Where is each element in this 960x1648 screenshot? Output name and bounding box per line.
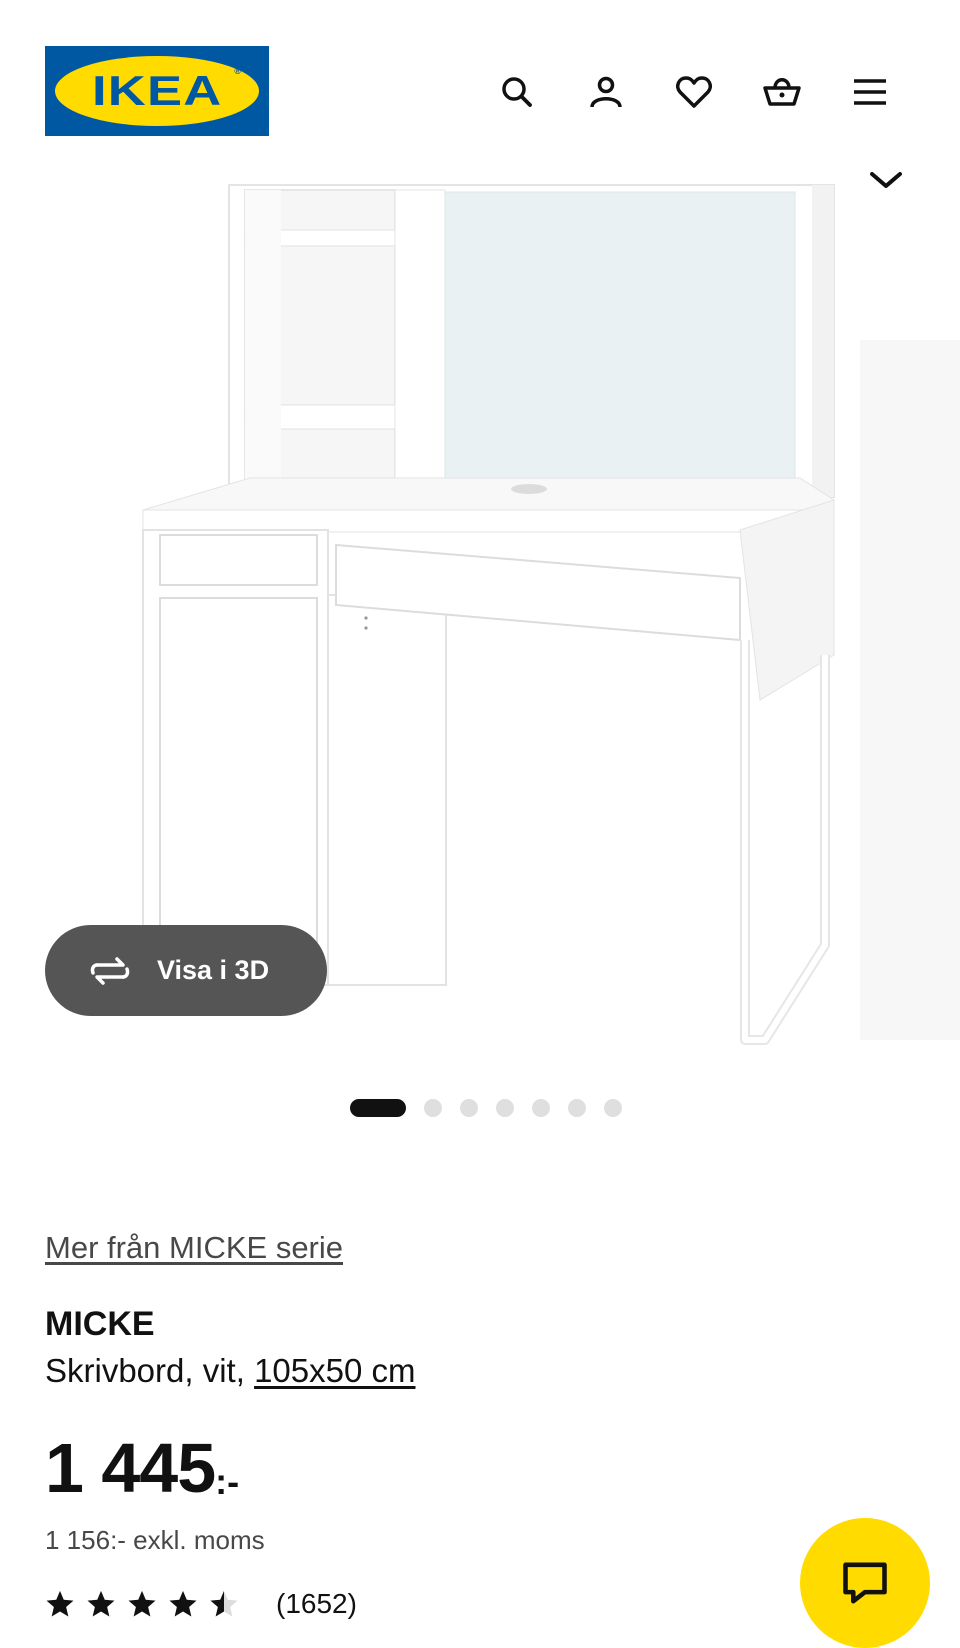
carousel-dot[interactable] [424,1099,442,1117]
chat-button[interactable] [800,1518,930,1648]
product-name: MICKE [45,1305,155,1343]
account-icon[interactable] [584,70,628,114]
logo-text: IKEA [91,67,223,114]
product-image-gallery[interactable] [0,170,960,1050]
site-header: IKEA ® [0,0,960,160]
product-price: 1 445:- [45,1428,239,1508]
chevron-down-icon[interactable] [866,166,906,196]
chat-bubble-icon [843,1562,887,1604]
star-full-icon [46,1590,74,1617]
carousel-dot[interactable] [604,1099,622,1117]
logo-registered-mark: ® [234,66,241,76]
ikea-logo[interactable]: IKEA ® [45,46,269,136]
carousel-dot[interactable] [460,1099,478,1117]
product-image [142,184,960,1045]
menu-icon[interactable] [848,70,892,114]
carousel-dot[interactable] [496,1099,514,1117]
logo-ellipse: IKEA ® [55,56,259,126]
price-amount: 1 445 [45,1429,216,1507]
rotate-3d-icon [90,956,130,985]
search-icon[interactable] [495,70,539,114]
star-full-icon [169,1590,197,1617]
carousel-indicator [350,1098,640,1118]
product-rating[interactable]: (1652) [45,1588,357,1620]
view-in-3d-button[interactable]: Visa i 3D [45,925,327,1016]
price-suffix: :- [215,1461,240,1502]
product-size-link[interactable]: 105x50 cm [254,1352,415,1389]
basket-icon[interactable] [760,70,804,114]
star-full-icon [87,1590,115,1617]
heart-icon[interactable] [672,70,716,114]
star-half-icon [210,1590,238,1617]
price-excl-vat: 1 156:- exkl. moms [45,1525,265,1555]
product-description-text: Skrivbord, vit, [45,1352,245,1389]
carousel-dot-active[interactable] [350,1099,406,1117]
view-in-3d-label: Visa i 3D [157,955,270,985]
series-link[interactable]: Mer från MICKE serie [45,1230,343,1266]
carousel-dot[interactable] [532,1099,550,1117]
carousel-dot[interactable] [568,1099,586,1117]
review-count: (1652) [276,1588,357,1619]
product-description: Skrivbord, vit, 105x50 cm [45,1352,416,1390]
star-full-icon [128,1590,156,1617]
